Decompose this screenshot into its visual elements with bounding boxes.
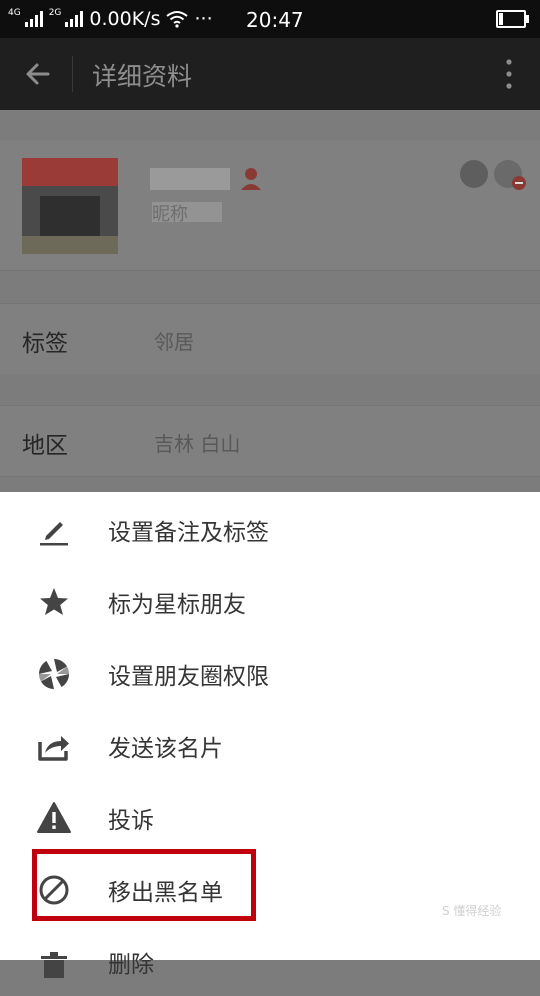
divider (0, 405, 540, 406)
menu-item-report[interactable]: 投诉 (0, 780, 540, 852)
field-value: 吉林 白山 (154, 432, 241, 456)
menu-item-label: 标为星标朋友 (108, 592, 246, 618)
divider (0, 303, 540, 304)
page-title: 详细资料 (92, 62, 193, 91)
more-vertical-icon[interactable] (504, 58, 514, 90)
star-icon (40, 588, 68, 615)
profile-card: 昵称 (0, 140, 540, 270)
highlight-annotation (32, 849, 256, 921)
status-bar-left: 4G 2G 0.00K/s ··· (8, 8, 213, 30)
menu-item-moments-permission[interactable]: 设置朋友圈权限 (0, 636, 540, 708)
signal-icon-2 (65, 11, 84, 27)
menu-item-delete[interactable]: 删除 (0, 924, 540, 996)
menu-item-send-card[interactable]: 发送该名片 (0, 708, 540, 780)
field-label: 标签 (22, 331, 68, 357)
field-value: 邻居 (154, 330, 194, 354)
overflow-dots: ··· (194, 8, 213, 30)
app-bar-divider (72, 56, 73, 92)
share-icon (38, 736, 69, 761)
menu-item-label: 投诉 (108, 808, 154, 834)
menu-item-label: 发送该名片 (108, 736, 223, 762)
nickname-label: 昵称 (152, 204, 188, 225)
action-sheet: 设置备注及标签 标为星标朋友 设置朋友圈权限 发送该名片 投诉 移出黑名单 删除… (0, 492, 540, 978)
app-bar: 详细资料 (0, 38, 540, 110)
contact-icon (460, 160, 488, 188)
name-redacted (150, 168, 230, 190)
avatar[interactable] (22, 158, 118, 254)
user-icon (241, 168, 261, 190)
field-label: 地区 (22, 433, 68, 459)
status-time: 20:47 (246, 8, 304, 32)
menu-item-label: 删除 (108, 952, 154, 978)
field-row-region: 地区 吉林 白山 (0, 406, 540, 476)
network-type-2: 2G (48, 8, 62, 18)
blocked-contact-icon (494, 160, 526, 190)
battery-icon (496, 10, 529, 28)
divider (0, 476, 540, 477)
status-bar: 4G 2G 0.00K/s ··· 20:47 (0, 0, 540, 38)
network-type-1: 4G (8, 8, 21, 18)
field-row-tag[interactable]: 标签 邻居 (0, 304, 540, 374)
moments-icon (38, 659, 70, 689)
battery-fill (499, 13, 503, 25)
wifi-icon (166, 11, 189, 28)
network-speed: 0.00K/s (89, 8, 161, 30)
menu-item-star[interactable]: 标为星标朋友 (0, 564, 540, 636)
menu-item-label: 设置备注及标签 (108, 520, 269, 546)
signal-icon (24, 11, 43, 27)
trash-icon (41, 952, 67, 978)
divider (0, 270, 540, 271)
watermark: S 懂得经验 (442, 904, 502, 918)
warning-icon (37, 802, 71, 833)
menu-item-label: 设置朋友圈权限 (108, 664, 269, 690)
edit-icon (40, 522, 68, 546)
menu-item-set-remark[interactable]: 设置备注及标签 (0, 492, 540, 564)
back-arrow-icon[interactable] (22, 58, 54, 90)
